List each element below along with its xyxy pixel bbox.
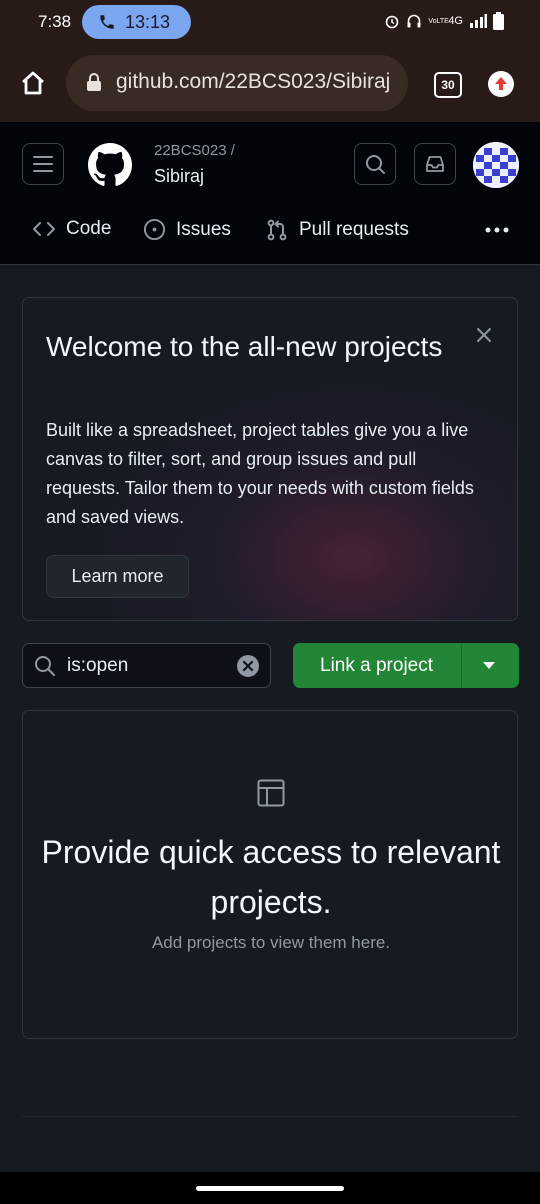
- empty-state-subtitle: Add projects to view them here.: [151, 933, 391, 952]
- ongoing-call-chip[interactable]: 13:13: [82, 5, 191, 39]
- learn-more-button[interactable]: Learn more: [46, 555, 189, 598]
- chevron-down-icon[interactable]: [482, 661, 496, 670]
- tab-pull-requests-label: Pull requests: [299, 219, 409, 240]
- network-type: 4G: [448, 15, 463, 27]
- inbox-button[interactable]: [414, 143, 456, 185]
- table-icon: [257, 779, 285, 807]
- github-header: 22BCS023 / Sibiraj Code Issues Pull requ…: [0, 122, 540, 265]
- headphones-icon: [407, 14, 421, 28]
- github-logo-icon[interactable]: [88, 143, 132, 187]
- call-duration: 13:13: [125, 12, 171, 32]
- signal-icon: [470, 14, 487, 28]
- project-filter-input[interactable]: is:open: [22, 643, 271, 688]
- repo-name-link[interactable]: Sibiraj: [154, 166, 204, 187]
- code-icon: [33, 222, 55, 236]
- menu-button[interactable]: [22, 143, 64, 185]
- repo-owner-link[interactable]: 22BCS023 /: [154, 142, 235, 159]
- search-icon: [35, 656, 55, 676]
- link-project-label: Link a project: [320, 655, 434, 676]
- browser-toolbar: github.com/22BCS023/Sibiraj 30: [0, 44, 540, 122]
- address-bar[interactable]: github.com/22BCS023/Sibiraj: [66, 55, 408, 111]
- lock-icon: [87, 73, 101, 91]
- empty-state-panel: Provide quick access to relevant project…: [22, 710, 518, 1039]
- alarm-icon: [386, 15, 399, 29]
- status-icons: VoLTE 4G: [384, 12, 504, 30]
- tab-issues-label: Issues: [176, 218, 231, 240]
- battery-icon: [493, 12, 504, 30]
- link-project-button[interactable]: Link a project: [293, 643, 519, 688]
- tab-code[interactable]: Code: [32, 218, 111, 240]
- close-icon[interactable]: [476, 327, 492, 343]
- clear-filter-icon[interactable]: [237, 655, 259, 677]
- tab-code-label: Code: [66, 218, 112, 239]
- empty-state-title: Provide quick access to relevant project…: [41, 834, 501, 920]
- home-icon[interactable]: [19, 69, 47, 97]
- home-indicator[interactable]: [196, 1186, 344, 1191]
- identicon: [473, 142, 519, 188]
- more-options-icon[interactable]: [484, 226, 510, 234]
- banner-title: Welcome to the all-new projects: [46, 331, 443, 362]
- button-divider: [461, 643, 462, 688]
- welcome-banner: Welcome to the all-new projects Built li…: [22, 297, 518, 621]
- tab-pull-requests[interactable]: Pull requests: [265, 218, 409, 242]
- search-icon: [366, 155, 385, 174]
- tab-issues[interactable]: Issues: [143, 218, 231, 241]
- update-available-icon[interactable]: [488, 71, 514, 97]
- git-pull-request-icon: [267, 219, 287, 241]
- phone-icon: [100, 15, 114, 29]
- volte-label: VoLTE: [428, 17, 449, 25]
- url-text: github.com/22BCS023/Sibiraj: [116, 70, 391, 93]
- footer-divider: [22, 1116, 518, 1117]
- banner-description: Built like a spreadsheet, project tables…: [46, 420, 474, 527]
- issue-opened-icon: [143, 218, 166, 241]
- hamburger-icon: [33, 156, 53, 172]
- avatar[interactable]: [473, 142, 519, 188]
- status-time: 7:38: [38, 12, 72, 31]
- filter-query: is:open: [67, 655, 129, 676]
- search-button[interactable]: [354, 143, 396, 185]
- inbox-icon: [426, 156, 444, 172]
- tab-switcher-button[interactable]: 30: [434, 72, 462, 98]
